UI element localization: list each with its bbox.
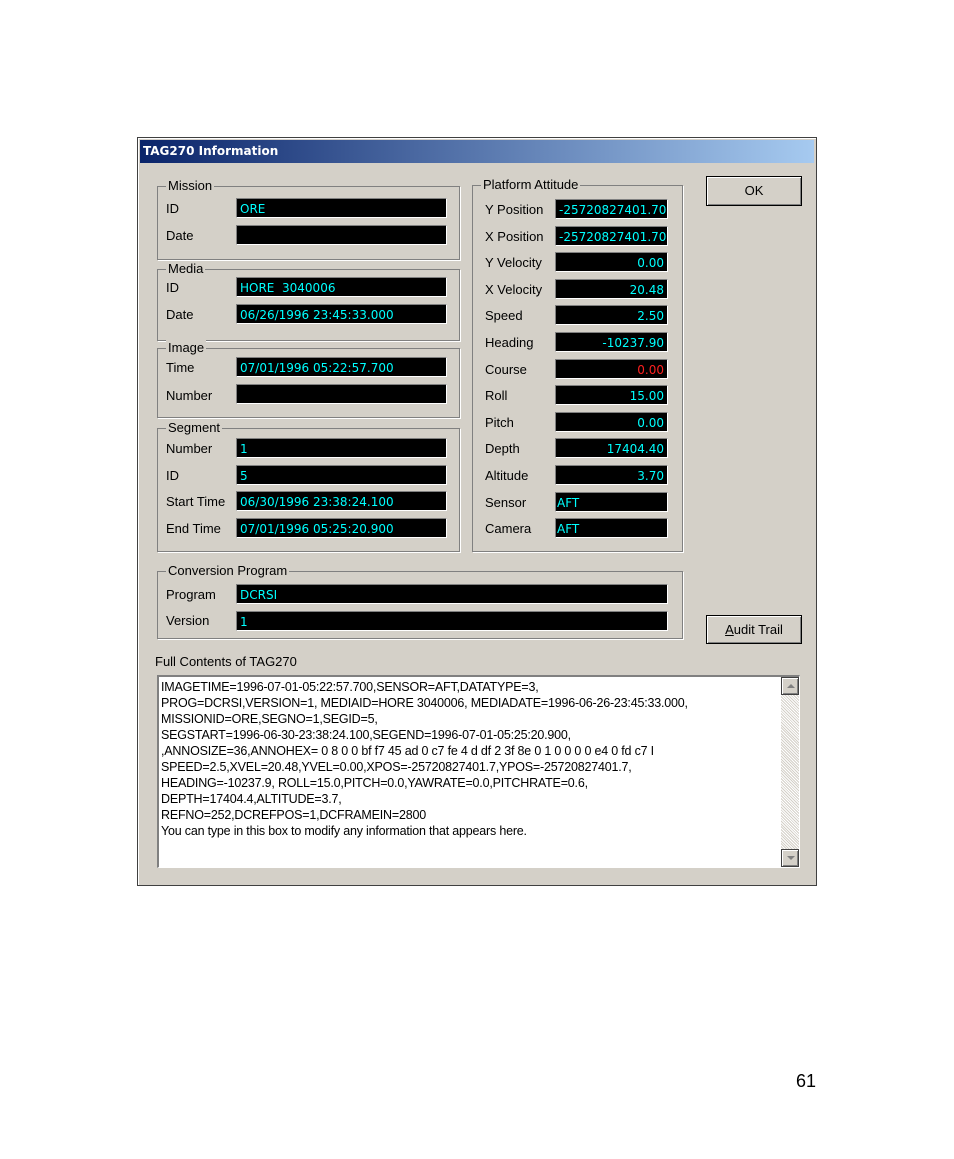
segment-id-field[interactable]: 5 (236, 465, 447, 485)
full-contents-label: Full Contents of TAG270 (155, 654, 297, 669)
image-number-field[interactable] (236, 384, 447, 404)
platform-row-label: Y Position (485, 202, 544, 217)
scroll-up-button[interactable] (781, 677, 799, 695)
audit-trail-label: Audit Trail (725, 622, 783, 637)
segment-number-label: Number (166, 441, 213, 456)
segment-start-field[interactable]: 06/30/1996 23:38:24.100 (236, 491, 447, 511)
platform-row-label: Depth (485, 441, 520, 457)
scroll-down-button[interactable] (781, 849, 799, 867)
vertical-scrollbar[interactable] (781, 677, 799, 867)
platform-row-field[interactable]: -10237.90 (555, 332, 668, 352)
full-contents-line: You can type in this box to modify any i… (161, 824, 527, 838)
segment-number-field[interactable]: 1 (236, 438, 447, 458)
full-contents-line: HEADING=-10237.9, ROLL=15.0,PITCH=0.0,YA… (161, 776, 588, 790)
full-contents-textbox[interactable]: IMAGETIME=1996-07-01-05:22:57.700,SENSOR… (157, 675, 800, 868)
platform-row-label: Altitude (485, 468, 529, 483)
mission-legend: Mission (166, 178, 215, 194)
scroll-up-arrow-icon (787, 684, 795, 688)
platform-row-label: X Position (485, 228, 544, 244)
mission-date-label: Date (166, 228, 194, 243)
platform-row-label: Speed (485, 308, 523, 324)
platform-row-field[interactable]: -25720827401.70 (555, 225, 668, 246)
platform-attitude-legend: Platform Attitude (481, 177, 581, 193)
platform-row-label: Pitch (485, 414, 514, 430)
platform-row-label: Sensor (485, 494, 527, 510)
full-contents-line: SEGSTART=1996-06-30-23:38:24.100,SEGEND=… (161, 728, 571, 742)
platform-row-label: Course (485, 361, 527, 377)
platform-row-field[interactable]: 17404.40 (555, 438, 668, 459)
tag270-dialog: TAG270 Information OK Mission ID ORE Dat… (137, 137, 817, 886)
platform-row-field[interactable]: 0.00 (555, 411, 668, 432)
segment-legend: Segment (166, 420, 223, 436)
image-time-label: Time (166, 360, 195, 375)
audit-trail-button[interactable]: Audit Trail (706, 615, 802, 644)
platform-row-label: Camera (485, 521, 532, 537)
platform-row-label: X Velocity (485, 281, 543, 297)
platform-row-field[interactable]: 3.70 (555, 465, 668, 485)
platform-row-field[interactable]: 20.48 (555, 278, 668, 299)
platform-row-field[interactable]: -25720827401.70 (555, 199, 668, 219)
segment-start-label: Start Time (166, 494, 226, 509)
platform-row-field[interactable]: 0.00 (555, 252, 668, 273)
full-contents-line: SPEED=2.5,XVEL=20.48,YVEL=0.00,XPOS=-257… (161, 760, 632, 774)
platform-row-field[interactable]: 0.00 (555, 358, 668, 379)
image-legend: Image (166, 340, 207, 356)
media-legend: Media (166, 261, 206, 277)
platform-row-field[interactable]: AFT (555, 491, 668, 512)
version-label: Version (166, 613, 210, 628)
platform-row-field[interactable]: 15.00 (555, 385, 668, 406)
full-contents-line: IMAGETIME=1996-07-01-05:22:57.700,SENSOR… (161, 680, 539, 694)
platform-row-label: Roll (485, 388, 508, 404)
media-id-label: ID (166, 280, 179, 295)
media-date-field[interactable]: 06/26/1996 23:45:33.000 (236, 304, 447, 324)
mission-date-field[interactable] (236, 225, 447, 245)
segment-id-label: ID (166, 468, 179, 483)
program-label: Program (166, 587, 216, 602)
full-contents-line: REFNO=252,DCREFPOS=1,DCFRAMEIN=2800 (161, 808, 426, 822)
program-field[interactable]: DCRSI (236, 584, 668, 604)
segment-end-field[interactable]: 07/01/1996 05:25:20.900 (236, 518, 447, 538)
scroll-down-arrow-icon (787, 856, 795, 860)
ok-button[interactable]: OK (706, 176, 802, 206)
mission-id-field[interactable]: ORE (236, 198, 447, 218)
full-contents-text[interactable]: IMAGETIME=1996-07-01-05:22:57.700,SENSOR… (161, 679, 779, 865)
full-contents-line: MISSIONID=ORE,SEGNO=1,SEGID=5, (161, 712, 378, 726)
media-date-label: Date (166, 307, 194, 322)
conversion-program-legend: Conversion Program (166, 563, 290, 579)
platform-row-field[interactable]: AFT (555, 518, 668, 539)
image-time-field[interactable]: 07/01/1996 05:22:57.700 (236, 357, 447, 377)
page-number: 61 (796, 1071, 817, 1091)
segment-end-label: End Time (166, 521, 221, 536)
platform-row-field[interactable]: 2.50 (555, 305, 668, 326)
full-contents-line: DEPTH=17404.4,ALTITUDE=3.7, (161, 792, 342, 806)
platform-row-label: Y Velocity (485, 255, 542, 271)
full-contents-line: PROG=DCRSI,VERSION=1, MEDIAID=HORE 30400… (161, 696, 688, 710)
media-id-field[interactable]: HORE 3040006 (236, 277, 447, 297)
dialog-title: TAG270 Information (140, 140, 814, 163)
mission-id-label: ID (166, 201, 179, 216)
platform-row-label: Heading (485, 335, 534, 350)
version-field[interactable]: 1 (236, 611, 668, 631)
image-number-label: Number (166, 388, 213, 403)
full-contents-line: ,ANNOSIZE=36,ANNOHEX= 0 8 0 0 bf f7 45 a… (161, 744, 654, 758)
